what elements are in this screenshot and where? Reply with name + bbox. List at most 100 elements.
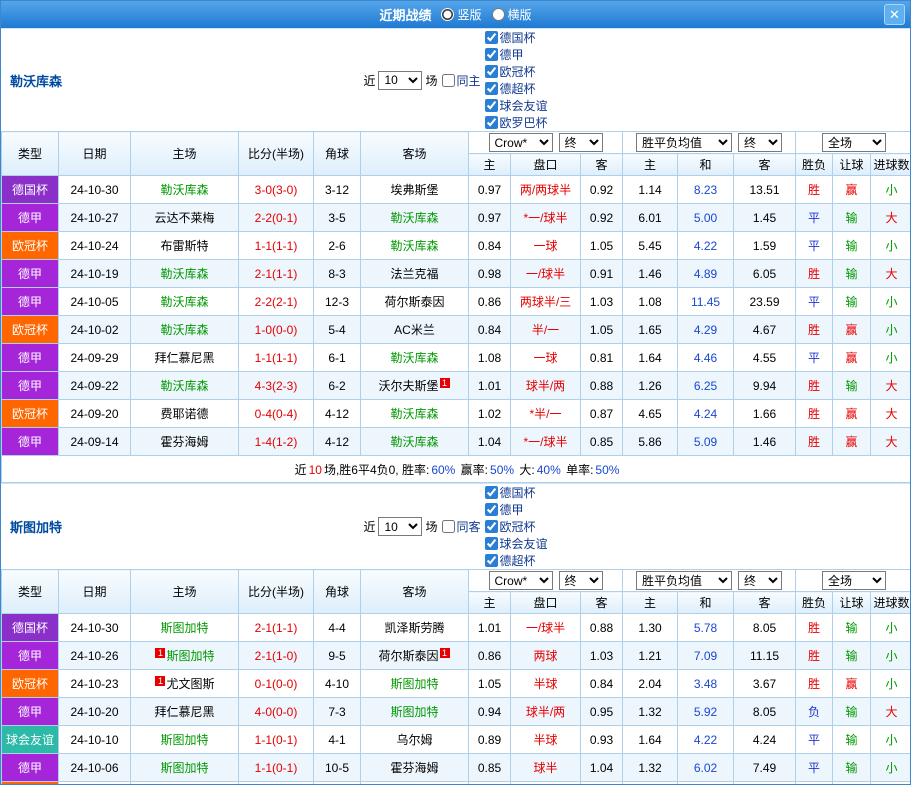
- europe-odds-select[interactable]: 胜平负均值: [636, 571, 732, 590]
- competition-filter[interactable]: 德国杯: [484, 29, 548, 46]
- handicap-away-odds: 0.85: [581, 428, 623, 456]
- match-date: 24-10-10: [59, 726, 131, 754]
- handicap-away-odds: 0.87: [581, 400, 623, 428]
- vertical-layout-radio[interactable]: [441, 8, 454, 21]
- match-count-select[interactable]: 10: [378, 71, 422, 90]
- same-venue-checkbox[interactable]: [442, 520, 455, 533]
- competition-filter[interactable]: 欧罗巴杯: [484, 114, 548, 131]
- win-odds: 1.46: [623, 260, 678, 288]
- sub-header-win-odds: 主: [623, 154, 678, 176]
- goals-result-cell: 小: [871, 344, 911, 372]
- result-cell: 平: [796, 232, 833, 260]
- sub-header-handicap-result: 让球: [833, 592, 871, 614]
- handicap-away-odds: 0.95: [581, 698, 623, 726]
- corner-count: 9-5: [314, 642, 361, 670]
- handicap-line: 一/球半: [511, 782, 581, 785]
- handicap-result-cell: 输: [833, 260, 871, 288]
- handicap-line: 两球: [511, 642, 581, 670]
- win-odds: 1.38: [623, 782, 678, 785]
- corner-count: 10-0: [314, 782, 361, 785]
- handicap-result-cell: 赢: [833, 344, 871, 372]
- competition-checkbox[interactable]: [485, 554, 498, 567]
- match-row: 德甲24-10-20拜仁慕尼黑4-0(0-0)7-3斯图加特0.94球半/两0.…: [2, 698, 911, 726]
- match-scope-select[interactable]: 全场: [822, 571, 886, 590]
- competition-label: 德国杯: [500, 29, 536, 46]
- draw-odds: 5.00: [678, 204, 734, 232]
- team-label: 凯泽斯劳腾: [384, 621, 444, 635]
- lose-odds: 13.51: [734, 176, 796, 204]
- competition-filter[interactable]: 欧冠杯: [484, 63, 548, 80]
- sub-header-handicap-result: 让球: [833, 154, 871, 176]
- handicap-away-odds: 1.05: [581, 232, 623, 260]
- competition-checkbox[interactable]: [485, 116, 498, 129]
- europe-stage-select[interactable]: 终: [738, 571, 782, 590]
- team-label: 沃尔夫斯堡: [378, 379, 438, 393]
- result-cell: 胜: [796, 642, 833, 670]
- team-label: 勒沃库森: [390, 407, 438, 421]
- games-label: 场: [425, 72, 437, 89]
- competition-checkbox[interactable]: [485, 65, 498, 78]
- competition-filter[interactable]: 欧冠杯: [484, 518, 548, 535]
- lose-odds: 4.67: [734, 316, 796, 344]
- competition-filter[interactable]: 德国杯: [484, 484, 548, 501]
- goals-result-cell: 小: [871, 288, 911, 316]
- competition-filter[interactable]: 德甲: [484, 46, 548, 63]
- results-table: 类型 日期 主场 比分(半场) 角球 客场 Crow* 终 胜平负均值 终: [1, 569, 911, 785]
- sub-header-handicap: 盘口: [511, 154, 581, 176]
- competition-checkbox[interactable]: [485, 48, 498, 61]
- handicap-home-odds: 1.01: [469, 372, 511, 400]
- home-team: 勒沃库森: [131, 316, 239, 344]
- horizontal-layout-radio[interactable]: [492, 8, 505, 21]
- same-venue-filter[interactable]: 同主: [441, 72, 481, 89]
- same-venue-checkbox[interactable]: [442, 74, 455, 87]
- match-scope-select[interactable]: 全场: [822, 133, 886, 152]
- corner-count: 6-2: [314, 372, 361, 400]
- lose-odds: 1.46: [734, 428, 796, 456]
- competition-checkbox[interactable]: [485, 486, 498, 499]
- same-venue-filter[interactable]: 同客: [441, 518, 481, 535]
- goals-result-cell: 大: [871, 204, 911, 232]
- handicap-home-odds: 1.01: [469, 614, 511, 642]
- odds-company-select[interactable]: Crow*: [489, 571, 553, 590]
- competition-checkbox[interactable]: [485, 520, 498, 533]
- corner-count: 3-5: [314, 204, 361, 232]
- handicap-home-odds: 0.85: [469, 754, 511, 782]
- horizontal-layout-label: 横版: [508, 6, 532, 23]
- draw-odds: 4.46: [678, 344, 734, 372]
- competition-filter[interactable]: 德甲: [484, 501, 548, 518]
- col-header-score: 比分(半场): [239, 570, 314, 614]
- vertical-layout-option[interactable]: 竖版: [441, 6, 481, 23]
- competition-badge: 德甲: [2, 754, 59, 782]
- match-date: 24-10-02: [59, 316, 131, 344]
- competition-checkbox[interactable]: [485, 31, 498, 44]
- match-count-select[interactable]: 10: [378, 517, 422, 536]
- competition-checkbox[interactable]: [485, 537, 498, 550]
- handicap-home-odds: 0.94: [469, 698, 511, 726]
- draw-odds: 8.23: [678, 176, 734, 204]
- competition-badge: 德甲: [2, 642, 59, 670]
- competition-filter[interactable]: 德超杯: [484, 552, 548, 569]
- sub-header-handicap: 盘口: [511, 592, 581, 614]
- competition-label: 德国杯: [500, 484, 536, 501]
- europe-odds-select[interactable]: 胜平负均值: [636, 133, 732, 152]
- team-label: 费耶诺德: [160, 407, 208, 421]
- odds-company-select[interactable]: Crow*: [489, 133, 553, 152]
- sub-header-draw-odds: 和: [678, 154, 734, 176]
- handicap-stage-select[interactable]: 终: [559, 571, 603, 590]
- handicap-away-odds: 0.81: [581, 344, 623, 372]
- lose-odds: 7.49: [734, 754, 796, 782]
- handicap-line: 两球半/三: [511, 288, 581, 316]
- competition-label: 德超杯: [500, 552, 536, 569]
- horizontal-layout-option[interactable]: 横版: [492, 6, 532, 23]
- competition-checkbox[interactable]: [485, 82, 498, 95]
- score: 1-0(0-0): [239, 316, 314, 344]
- competition-filter[interactable]: 德超杯: [484, 80, 548, 97]
- competition-filter[interactable]: 球会友谊: [484, 535, 548, 552]
- europe-stage-select[interactable]: 终: [738, 133, 782, 152]
- close-button[interactable]: ✕: [884, 4, 905, 25]
- competition-filter[interactable]: 球会友谊: [484, 97, 548, 114]
- competition-checkbox[interactable]: [485, 99, 498, 112]
- handicap-stage-select[interactable]: 终: [559, 133, 603, 152]
- competition-checkbox[interactable]: [485, 503, 498, 516]
- goals-result-cell: 小: [871, 670, 911, 698]
